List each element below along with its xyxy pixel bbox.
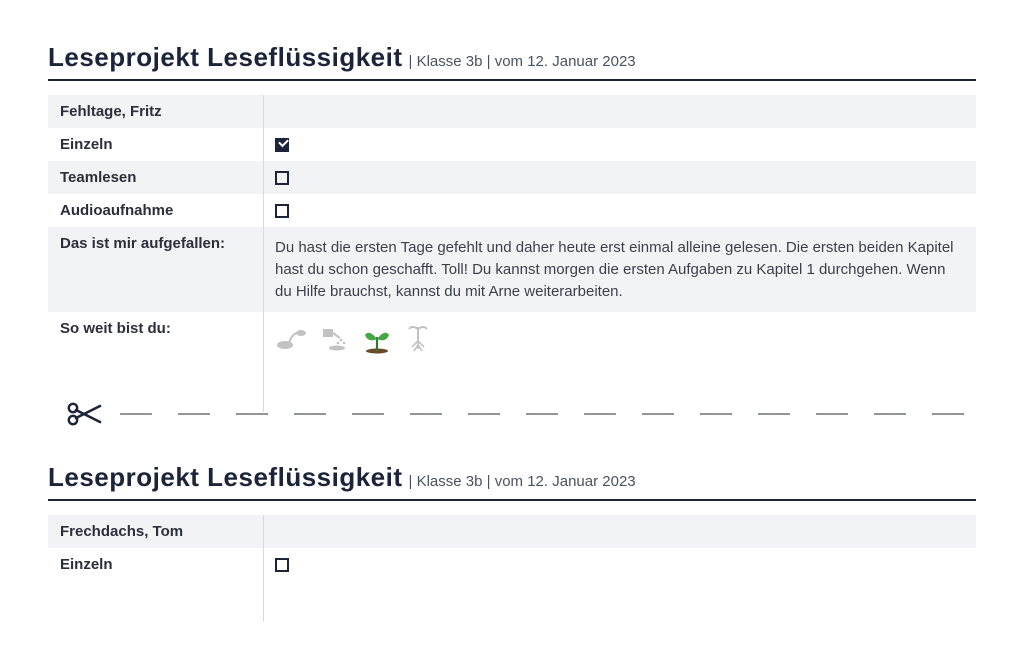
value-teamlesen — [263, 161, 976, 194]
checkbox-einzeln[interactable] — [275, 558, 289, 572]
label-einzeln: Einzeln — [48, 128, 263, 161]
value-progress — [263, 312, 976, 372]
project-title: Leseprojekt Leseflüssigkeit — [48, 42, 403, 73]
report-heading: Leseprojekt Leseflüssigkeit | Klasse 3b … — [48, 42, 976, 81]
cut-line — [66, 402, 976, 426]
empty-cell — [263, 515, 976, 548]
checkbox-teamlesen[interactable] — [275, 171, 289, 185]
value-notes: Du hast die ersten Tage gefehlt und dahe… — [263, 227, 976, 312]
checkbox-einzeln[interactable] — [275, 138, 289, 152]
progress-seed-icon — [275, 325, 309, 355]
scissors-icon — [66, 402, 102, 426]
project-meta: | Klasse 3b | vom 12. Januar 2023 — [409, 473, 636, 490]
label-progress: So weit bist du: — [48, 312, 263, 372]
progress-roots-icon — [403, 323, 433, 357]
label-teamlesen: Teamlesen — [48, 161, 263, 194]
progress-sprout-icon — [359, 322, 395, 358]
value-einzeln — [263, 128, 976, 161]
student-name: Frechdachs, Tom — [48, 515, 263, 548]
project-meta: | Klasse 3b | vom 12. Januar 2023 — [409, 53, 636, 70]
empty-cell — [263, 95, 976, 128]
label-audio: Audioaufnahme — [48, 194, 263, 227]
student-report: Leseprojekt Leseflüssigkeit | Klasse 3b … — [48, 42, 976, 372]
value-einzeln — [263, 548, 976, 581]
project-title: Leseprojekt Leseflüssigkeit — [48, 462, 403, 493]
label-notes: Das ist mir aufgefallen: — [48, 227, 263, 312]
student-name: Fehltage, Fritz — [48, 95, 263, 128]
student-report: Leseprojekt Leseflüssigkeit | Klasse 3b … — [48, 462, 976, 581]
value-audio — [263, 194, 976, 227]
label-einzeln: Einzeln — [48, 548, 263, 581]
report-heading: Leseprojekt Leseflüssigkeit | Klasse 3b … — [48, 462, 976, 501]
cut-dashes — [120, 413, 976, 415]
checkbox-audio[interactable] — [275, 204, 289, 218]
progress-watering-icon — [317, 325, 351, 355]
